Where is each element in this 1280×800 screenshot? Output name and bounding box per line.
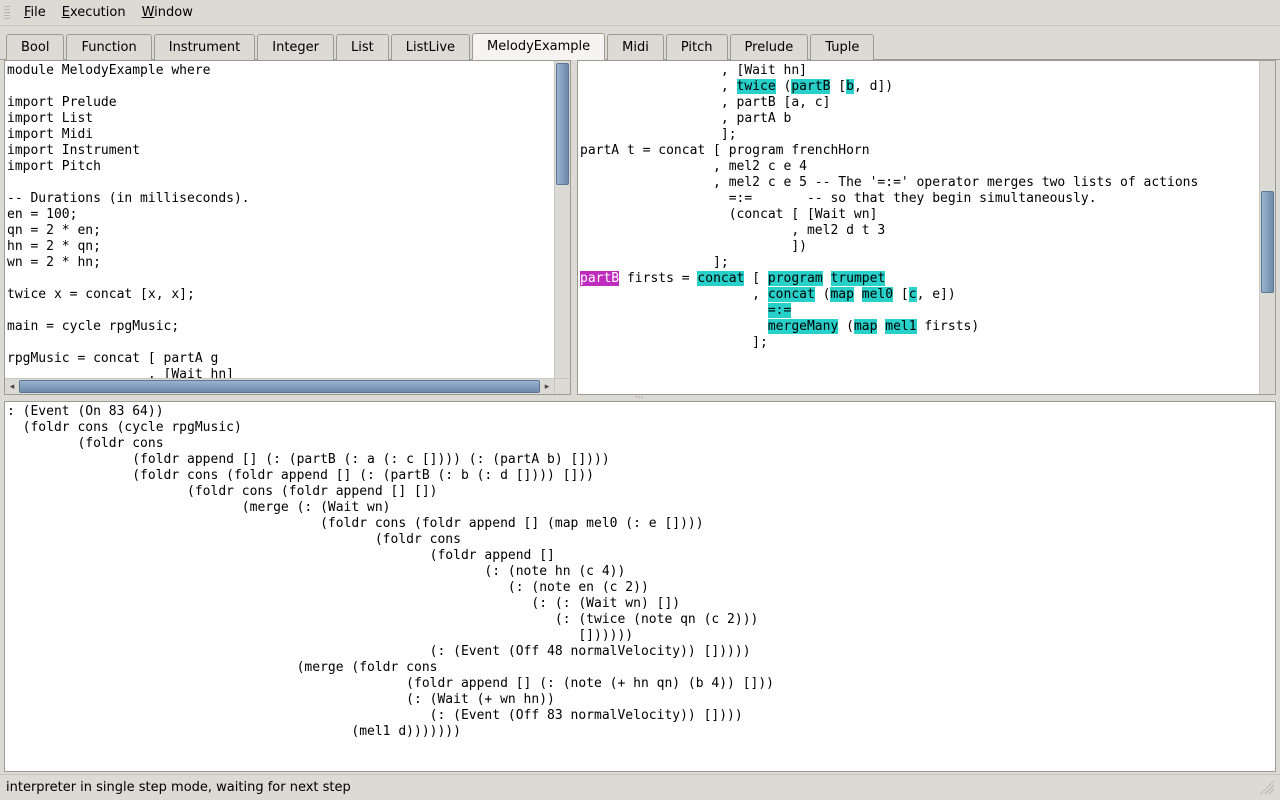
right-vertical-scrollbar[interactable]: [1259, 61, 1275, 394]
tab-tuple[interactable]: Tuple: [810, 34, 874, 60]
scroll-left-icon[interactable]: ◂: [5, 380, 19, 393]
menu-file[interactable]: File: [16, 3, 54, 22]
tab-integer[interactable]: Integer: [257, 34, 334, 60]
left-vertical-scrollbar[interactable]: [554, 61, 570, 378]
tab-function[interactable]: Function: [66, 34, 151, 60]
window-grip-icon: [4, 6, 10, 20]
menu-window[interactable]: Window: [134, 3, 201, 22]
right-editor[interactable]: , [Wait hn] , twice (partB [b, d]) , par…: [578, 61, 1259, 394]
left-editor[interactable]: module MelodyExample where import Prelud…: [5, 61, 554, 378]
status-text: interpreter in single step mode, waiting…: [6, 780, 351, 795]
tab-melodyexample[interactable]: MelodyExample: [472, 33, 605, 60]
tabstrip: BoolFunctionInstrumentIntegerListListLiv…: [0, 26, 1280, 60]
tab-midi[interactable]: Midi: [607, 34, 664, 60]
left-horizontal-scrollbar[interactable]: ◂ ▸: [5, 378, 554, 394]
scrollbar-thumb[interactable]: [556, 63, 569, 185]
scrollbar-thumb[interactable]: [1261, 191, 1274, 293]
menu-execution[interactable]: Execution: [54, 3, 134, 22]
right-editor-pane: , [Wait hn] , twice (partB [b, d]) , par…: [577, 60, 1276, 395]
tab-prelude[interactable]: Prelude: [730, 34, 809, 60]
scrollbar-thumb[interactable]: [19, 380, 540, 393]
resize-grip-icon[interactable]: [1260, 780, 1274, 794]
tab-list[interactable]: List: [336, 34, 389, 60]
tab-instrument[interactable]: Instrument: [154, 34, 256, 60]
tab-pitch[interactable]: Pitch: [666, 34, 728, 60]
statusbar: interpreter in single step mode, waiting…: [0, 774, 1280, 799]
tab-listlive[interactable]: ListLive: [391, 34, 470, 60]
trace-output[interactable]: : (Event (On 83 64)) (foldr cons (cycle …: [7, 404, 1273, 769]
trace-pane: : (Event (On 83 64)) (foldr cons (cycle …: [4, 401, 1276, 772]
scroll-right-icon[interactable]: ▸: [540, 380, 554, 393]
scrollbar-corner: [554, 378, 570, 394]
left-editor-pane: module MelodyExample where import Prelud…: [4, 60, 571, 395]
tab-bool[interactable]: Bool: [6, 34, 64, 60]
menubar: File Execution Window: [0, 0, 1280, 26]
